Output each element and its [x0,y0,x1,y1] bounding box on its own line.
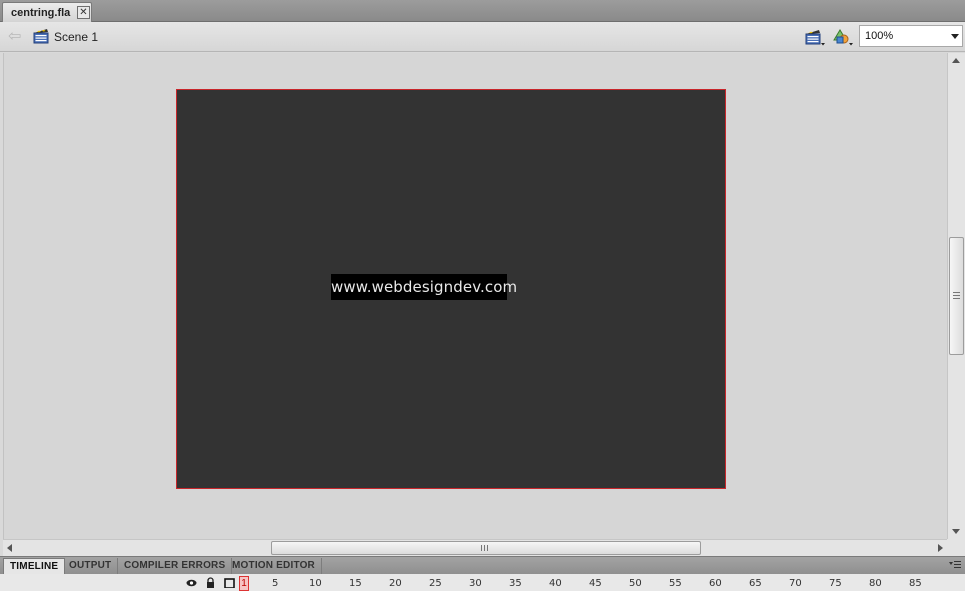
panel-tab-bar: TIMELINE OUTPUT COMPILER ERRORS MOTION E… [0,556,965,575]
tab-motion-editor[interactable]: MOTION EDITOR [226,558,322,575]
frame-number: 35 [509,578,522,589]
grip-line [953,298,960,299]
grip-line [953,295,960,296]
document-tab-bar: centring.fla ✕ [0,0,965,22]
stage[interactable]: www.webdesigndev.com [176,89,726,489]
stage-text-field[interactable]: www.webdesigndev.com [331,274,517,300]
document-tab[interactable]: centring.fla ✕ [2,2,92,22]
timeline-header: 1 5 10 15 20 25 30 35 40 45 50 55 60 65 70 75 80 85 [0,574,965,591]
edit-bar: ⇦ Scene 1 100% [0,22,965,52]
edit-scene-icon[interactable] [804,27,826,47]
document-tab-label: centring.fla [11,6,71,19]
frame-number: 80 [869,578,882,589]
close-icon[interactable]: ✕ [77,6,90,19]
scroll-left-icon[interactable] [7,544,12,552]
grip-line [487,545,488,551]
frame-number: 45 [589,578,602,589]
vertical-scrollbar[interactable] [947,53,965,539]
vertical-scroll-thumb[interactable] [949,237,964,355]
frame-number: 25 [429,578,442,589]
frame-number: 75 [829,578,842,589]
frame-number: 15 [349,578,362,589]
scrollbar-corner [947,539,965,556]
tab-compiler-errors[interactable]: COMPILER ERRORS [118,558,233,575]
frame-number: 65 [749,578,762,589]
scroll-right-icon[interactable] [938,544,943,552]
horizontal-scrollbar[interactable] [3,539,947,556]
frame-number: 30 [469,578,482,589]
back-arrow-icon[interactable]: ⇦ [8,27,26,45]
frame-number: 70 [789,578,802,589]
panel-menu-icon[interactable] [949,560,961,570]
frame-number: 20 [389,578,402,589]
scroll-up-icon[interactable] [952,58,960,63]
outline-icon[interactable] [224,577,235,588]
grip-line [484,545,485,551]
grip-line [481,545,482,551]
frame-number: 10 [309,578,322,589]
frame-number: 60 [709,578,722,589]
tab-timeline[interactable]: TIMELINE [3,558,66,575]
scroll-down-icon[interactable] [952,529,960,534]
frame-number: 5 [272,578,279,589]
grip-line [953,292,960,293]
edit-symbol-icon[interactable] [831,27,855,47]
scene-clapper-icon [33,29,49,44]
workspace-pasteboard[interactable]: www.webdesigndev.com [3,53,947,539]
dropdown-arrow-icon[interactable] [951,34,959,39]
zoom-value: 100% [865,30,894,42]
zoom-dropdown[interactable]: 100% [859,25,963,47]
frame-number: 55 [669,578,682,589]
tab-output[interactable]: OUTPUT [63,558,119,575]
flash-ide-window: centring.fla ✕ ⇦ Scene 1 100% www.webdes… [0,0,965,591]
scene-label[interactable]: Scene 1 [54,30,98,44]
lock-icon[interactable] [205,577,216,588]
frame-number: 40 [549,578,562,589]
playhead[interactable]: 1 [239,576,249,591]
frame-number: 50 [629,578,642,589]
horizontal-scroll-thumb[interactable] [271,541,701,555]
frame-number: 85 [909,578,922,589]
eye-icon[interactable] [186,577,197,588]
